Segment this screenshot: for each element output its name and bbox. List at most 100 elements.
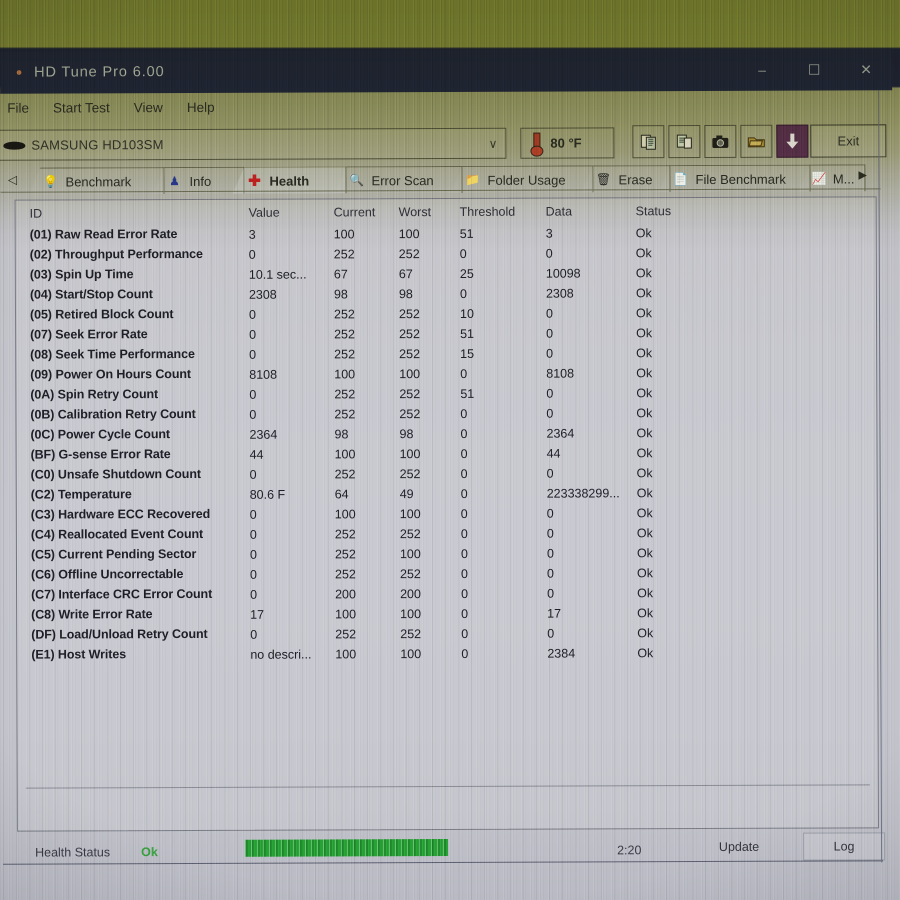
cell-status: Ok — [636, 366, 653, 381]
thermometer-icon — [528, 132, 544, 154]
tab-file-benchmark-label: File Benchmark — [695, 171, 786, 187]
temperature-value: 80 °F — [550, 135, 582, 151]
cell-current: 252 — [334, 387, 356, 402]
copy-info-icon[interactable] — [668, 125, 701, 159]
magnifier-icon: 🔍 — [348, 173, 364, 188]
cell-data: 17 — [547, 606, 562, 621]
copy-icon[interactable] — [632, 125, 665, 159]
download-icon[interactable] — [776, 124, 809, 158]
folder-icon: 📁 — [464, 172, 480, 187]
drive-select[interactable]: SAMSUNG HD103SM ∨ — [0, 127, 507, 161]
column-header-current: Current — [333, 205, 376, 220]
cell-value: 0 — [249, 387, 257, 402]
cell-threshold: 10 — [459, 306, 474, 321]
cell-data: 0 — [546, 406, 554, 421]
cell-worst: 100 — [399, 447, 421, 462]
cell-value: 0 — [249, 547, 257, 562]
cell-value: 8108 — [249, 367, 278, 382]
cell-worst: 252 — [399, 527, 421, 542]
menu-help[interactable]: Help — [176, 97, 226, 116]
cell-current: 200 — [335, 587, 356, 602]
cell-threshold: 15 — [460, 346, 475, 361]
cell-threshold: 51 — [459, 226, 474, 241]
cell-status: Ok — [636, 446, 653, 461]
cell-worst: 67 — [398, 267, 413, 282]
health-status-label: Health Status — [35, 845, 111, 860]
temperature-indicator: 80 °F — [520, 127, 615, 159]
cell-threshold: 0 — [460, 566, 468, 581]
cell-worst: 100 — [399, 367, 421, 382]
cell-current: 100 — [334, 447, 356, 462]
cell-id: (0C) Power Cycle Count — [30, 427, 170, 442]
toolbar-icon-group — [632, 124, 809, 159]
cell-threshold: 51 — [460, 386, 475, 401]
close-button[interactable]: ✕ — [840, 48, 892, 90]
cell-value: 44 — [249, 447, 264, 462]
cell-status: Ok — [636, 566, 654, 581]
cell-data: 0 — [546, 466, 554, 481]
cell-status: Ok — [637, 626, 654, 641]
status-bar: Health Status Ok 2:20 Update Log — [17, 830, 886, 873]
cell-id: (08) Seek Time Performance — [30, 346, 195, 362]
cell-value: 0 — [249, 407, 257, 422]
menu-file[interactable]: File — [0, 98, 40, 117]
cell-data: 0 — [546, 326, 554, 341]
info-person-icon: ♟ — [169, 174, 180, 189]
cell-data: 2364 — [546, 426, 575, 441]
cell-threshold: 0 — [460, 406, 468, 421]
tab-monitor-label: M... — [832, 170, 855, 187]
column-header-value: Value — [248, 205, 280, 220]
tab-benchmark-label: Benchmark — [65, 173, 132, 189]
cell-data: 0 — [546, 346, 554, 361]
maximize-button[interactable]: ☐ — [788, 48, 840, 90]
cell-current: 252 — [334, 407, 356, 422]
menu-start-test[interactable]: Start Test — [42, 98, 121, 117]
cell-id: (C8) Write Error Rate — [31, 607, 153, 622]
tab-scroll-left-icon[interactable]: ◁ — [4, 170, 20, 190]
cell-worst: 252 — [398, 247, 420, 262]
table-row[interactable]: (E1) Host Writes no descri... 100 100 0 2384 O… — [17, 643, 877, 666]
toolbar: SAMSUNG HD103SM ∨ 80 °F Exit — [0, 120, 892, 165]
log-button[interactable]: Log — [803, 832, 886, 861]
cell-worst: 252 — [399, 567, 421, 582]
cell-worst: 252 — [399, 347, 421, 362]
cell-status: Ok — [636, 326, 653, 341]
cell-id: (C3) Hardware ECC Recovered — [30, 506, 211, 522]
chart-icon: 📈 — [811, 171, 827, 186]
exit-button[interactable]: Exit — [810, 124, 887, 158]
cell-id: (C7) Interface CRC Error Count — [31, 586, 213, 602]
cell-data: 44 — [546, 446, 561, 461]
camera-icon[interactable] — [704, 124, 737, 159]
cell-status: Ok — [635, 246, 652, 261]
cell-status: Ok — [637, 606, 654, 621]
cell-value: 0 — [249, 527, 257, 542]
cell-data: 0 — [546, 526, 554, 541]
smart-attribute-list: (01) Raw Read Error Rate 3 100 100 51 3 Ok (02)… — [16, 223, 878, 666]
menu-view[interactable]: View — [123, 98, 174, 117]
tab-erase-label: Erase — [618, 171, 653, 187]
cell-data: 0 — [546, 386, 554, 401]
cell-id: (09) Power On Hours Count — [30, 366, 191, 382]
minimize-button[interactable]: – — [736, 49, 788, 91]
column-header-id: ID — [29, 206, 43, 221]
cell-data: 8108 — [546, 366, 575, 381]
cell-value: 2364 — [249, 427, 278, 442]
cell-threshold: 0 — [459, 246, 467, 261]
cell-data: 2384 — [547, 646, 576, 661]
cell-id: (BF) G-sense Error Rate — [30, 447, 171, 462]
cell-worst: 252 — [398, 307, 420, 322]
cell-id: (01) Raw Read Error Rate — [29, 227, 178, 242]
cell-id: (04) Start/Stop Count — [29, 287, 153, 302]
hdtune-icon: ● — [15, 66, 23, 79]
cell-current: 67 — [333, 267, 348, 282]
cell-threshold: 0 — [460, 446, 468, 461]
cell-threshold: 0 — [460, 486, 468, 501]
table-header: ID Value Current Worst Threshold Data St… — [16, 197, 876, 226]
cell-id: (02) Throughput Performance — [29, 246, 203, 262]
harddisk-icon — [3, 139, 27, 152]
cell-current: 100 — [333, 227, 355, 242]
cell-data: 0 — [545, 306, 553, 321]
tab-scroll-right-icon[interactable]: ▶ — [858, 168, 867, 181]
update-button[interactable]: Update — [695, 836, 783, 858]
save-folder-icon[interactable] — [740, 124, 773, 158]
